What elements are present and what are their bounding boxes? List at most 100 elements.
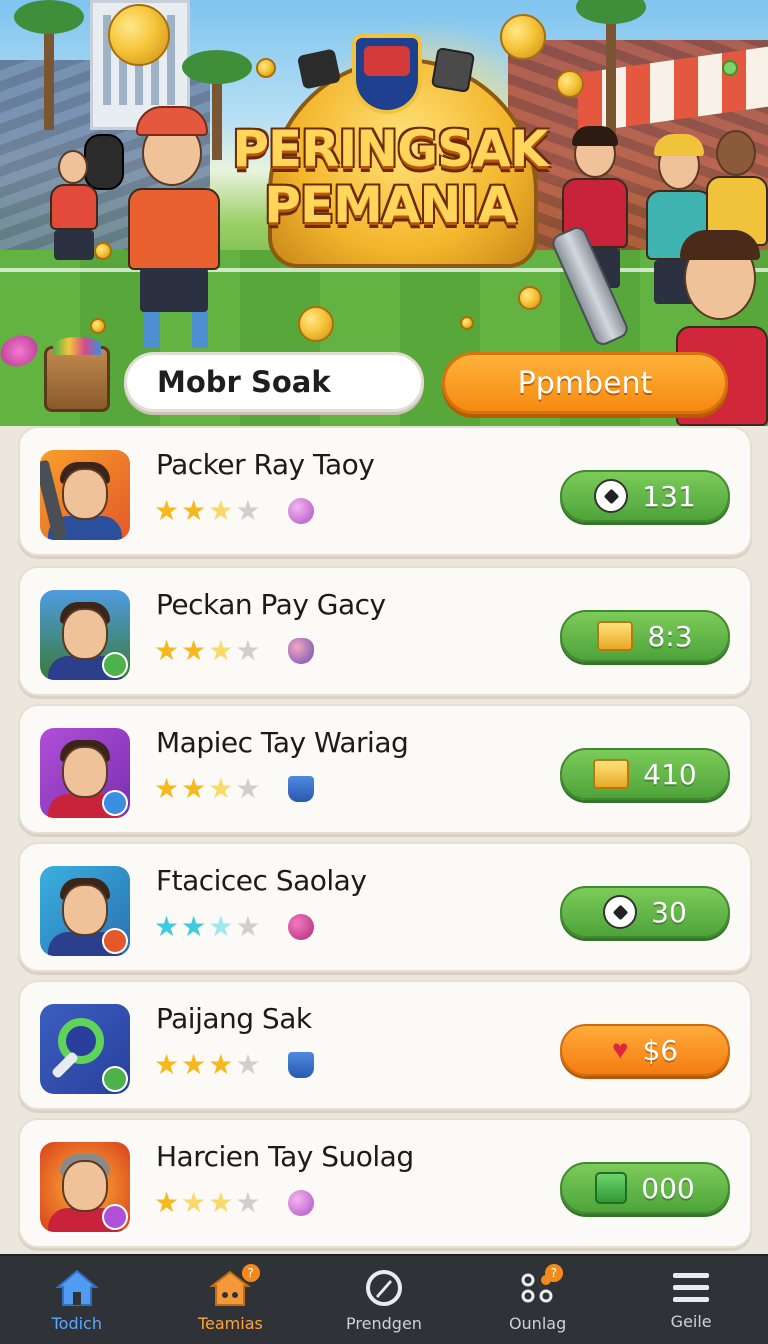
price-value: $6	[642, 1033, 679, 1067]
gem-icon	[288, 1190, 314, 1216]
star-icon: ★	[154, 635, 180, 666]
cup-icon	[288, 1052, 314, 1078]
coin-icon	[108, 4, 170, 66]
compass-icon	[365, 1269, 402, 1306]
player-name: Paijang Sak	[156, 1002, 312, 1035]
hero-banner: PERINGSAK PEMANIA Mobr Soak Ppmbent	[0, 0, 768, 426]
star-icon: ★	[181, 773, 207, 804]
buy-button[interactable]: 410	[560, 748, 730, 800]
soccer-ball-icon	[594, 479, 629, 513]
star-icon: ★	[235, 911, 261, 942]
search-label: Mobr Soak	[157, 365, 331, 399]
star-icon: ★	[208, 1187, 234, 1218]
cta-label: Ppmbent	[517, 365, 653, 401]
star-icon: ★	[235, 1187, 261, 1218]
star-rating: ★ ★ ★ ★	[154, 912, 260, 942]
player-avatar	[40, 866, 130, 956]
soccer-ball-icon	[603, 895, 638, 929]
menu-icon	[673, 1272, 710, 1302]
crest-shield-icon	[352, 34, 422, 114]
list-item[interactable]: Peckan Pay Gacy ★ ★ ★ ★ 8:3	[18, 566, 752, 696]
treasure-chest-icon[interactable]	[44, 337, 110, 412]
notification-badge: ?	[241, 1264, 260, 1282]
star-rating: ★ ★ ★ ★	[154, 496, 260, 526]
price-value: 30	[651, 895, 687, 929]
buy-button[interactable]: ♥ $6	[560, 1024, 730, 1076]
player-name: Ftacicec Saolay	[156, 864, 367, 897]
star-icon: ★	[208, 635, 234, 666]
star-rating: ★ ★ ★ ★	[154, 774, 260, 804]
gold-bars-icon	[597, 621, 634, 651]
buy-button[interactable]: 131	[560, 470, 730, 522]
player-name: Mapiec Tay Wariag	[156, 726, 409, 759]
game-title-line1: PERINGSAK	[232, 120, 548, 178]
nav-tab-menu[interactable]: Geile	[614, 1256, 768, 1344]
nav-label: Geile	[670, 1311, 712, 1331]
player-avatar	[40, 1142, 130, 1232]
gem-icon	[288, 498, 314, 524]
star-icon: ★	[235, 773, 261, 804]
nav-label: Prendgen	[346, 1313, 422, 1333]
price-value: 000	[641, 1171, 695, 1205]
coin-icon	[460, 316, 474, 330]
price-value: 131	[642, 479, 696, 513]
coin-icon	[256, 58, 276, 78]
cash-box-icon	[595, 1172, 628, 1204]
list-item[interactable]: Paijang Sak ★ ★ ★ ★ ♥ $6	[18, 980, 752, 1110]
coin-icon	[298, 306, 334, 342]
star-icon: ★	[181, 635, 207, 666]
player-character	[40, 150, 110, 300]
buy-button[interactable]: 8:3	[560, 610, 730, 662]
player-list: Packer Ray Taoy ★ ★ ★ ★ 131 Peckan Pay G…	[0, 426, 768, 1254]
player-name: Harcien Tay Suolag	[156, 1140, 414, 1173]
player-avatar	[40, 450, 130, 540]
home-icon	[55, 1269, 99, 1306]
buy-button[interactable]: 30	[560, 886, 730, 938]
star-icon: ★	[208, 911, 234, 942]
gem-icon	[722, 60, 738, 76]
nav-tab-home[interactable]: Todich	[0, 1256, 154, 1344]
star-rating: ★ ★ ★ ★	[154, 1050, 260, 1080]
star-rating: ★ ★ ★ ★	[154, 636, 260, 666]
nav-label: Teamias	[197, 1313, 263, 1333]
star-icon: ★	[181, 1049, 207, 1080]
player-name: Packer Ray Taoy	[156, 448, 375, 481]
palm-tree	[14, 0, 84, 130]
nav-tab-prendgen[interactable]: Prendgen	[307, 1256, 461, 1344]
search-field[interactable]: Mobr Soak	[124, 352, 424, 412]
star-icon: ★	[154, 495, 180, 526]
list-item[interactable]: Packer Ray Taoy ★ ★ ★ ★ 131	[18, 426, 752, 556]
buy-button[interactable]: 000	[560, 1162, 730, 1214]
price-value: 410	[643, 757, 697, 791]
donut-icon	[288, 638, 314, 664]
nav-tab-ounlag[interactable]: ? Ounlag	[461, 1256, 615, 1344]
coin-icon	[500, 14, 546, 60]
coin-icon	[556, 70, 584, 98]
star-icon: ★	[181, 1187, 207, 1218]
nav-label: Todich	[51, 1313, 102, 1333]
list-item[interactable]: Mapiec Tay Wariag ★ ★ ★ ★ 410	[18, 704, 752, 834]
star-icon: ★	[235, 635, 261, 666]
list-item[interactable]: Harcien Tay Suolag ★ ★ ★ ★ 000	[18, 1118, 752, 1248]
gold-bars-icon	[593, 759, 630, 789]
game-title-line2: PEMANIA	[264, 176, 516, 234]
nav-label: Ounlag	[508, 1313, 567, 1333]
price-value: 8:3	[647, 619, 693, 653]
list-item[interactable]: Ftacicec Saolay ★ ★ ★ ★ 30	[18, 842, 752, 972]
player-avatar	[40, 590, 130, 680]
star-icon: ★	[154, 1049, 180, 1080]
heart-icon: ♥	[611, 1034, 629, 1065]
star-icon: ★	[208, 773, 234, 804]
cta-button[interactable]: Ppmbent	[442, 352, 728, 414]
nav-tab-teams[interactable]: ? Teamias	[154, 1256, 308, 1344]
tablet-icon	[430, 47, 476, 93]
star-icon: ★	[208, 495, 234, 526]
coin-icon	[518, 286, 542, 310]
star-icon: ★	[181, 495, 207, 526]
notification-badge: ?	[544, 1264, 563, 1282]
bottom-navigation: Todich ? Teamias Prendgen ? Ounlag Geile	[0, 1254, 768, 1344]
star-icon: ★	[154, 911, 180, 942]
player-name: Peckan Pay Gacy	[156, 588, 386, 621]
star-icon: ★	[154, 773, 180, 804]
potion-icon	[288, 914, 314, 940]
